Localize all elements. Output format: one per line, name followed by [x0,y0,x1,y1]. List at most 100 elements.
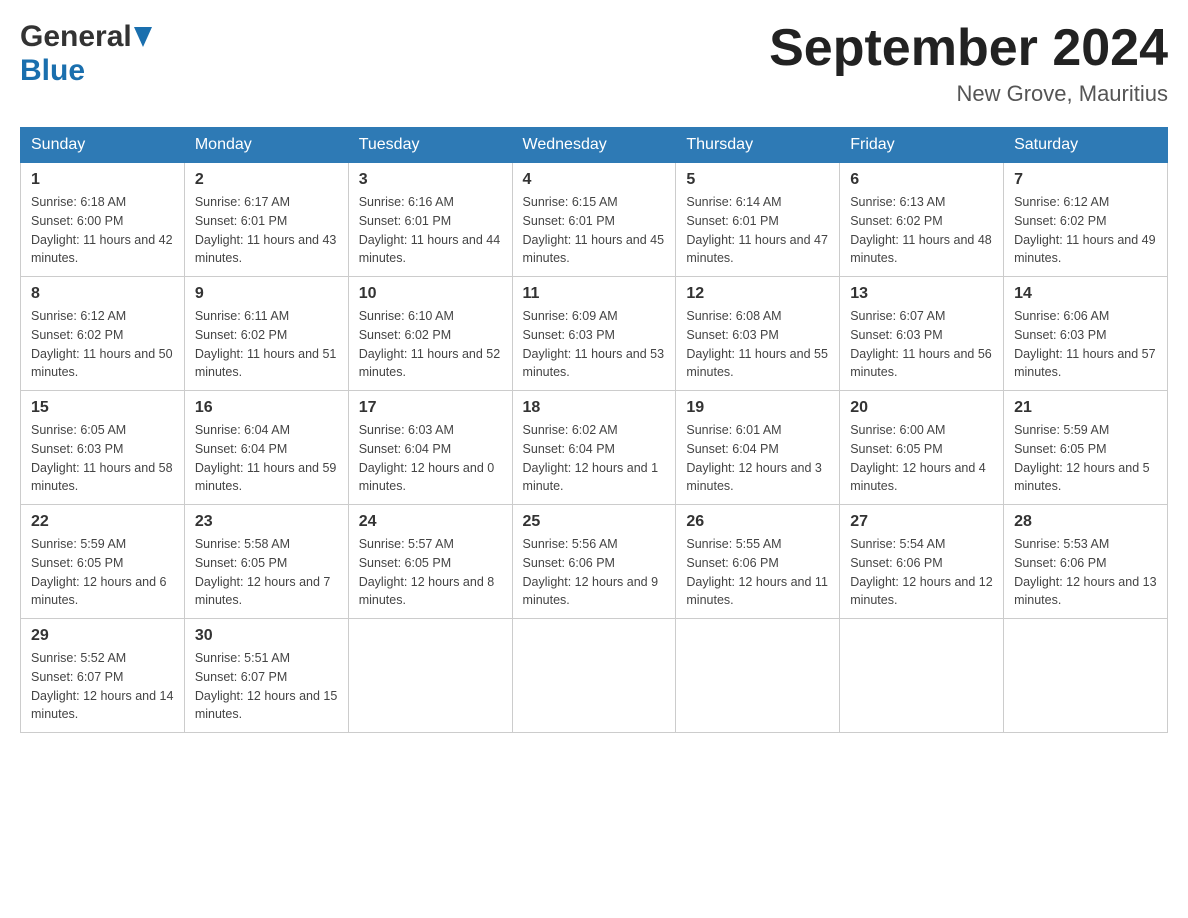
calendar-day-cell: 13 Sunrise: 6:07 AMSunset: 6:03 PMDaylig… [840,277,1004,391]
calendar-day-cell: 6 Sunrise: 6:13 AMSunset: 6:02 PMDayligh… [840,163,1004,277]
empty-cell [676,619,840,733]
weekday-header-row: SundayMondayTuesdayWednesdayThursdayFrid… [21,128,1168,163]
calendar-table: SundayMondayTuesdayWednesdayThursdayFrid… [20,127,1168,733]
calendar-day-cell: 12 Sunrise: 6:08 AMSunset: 6:03 PMDaylig… [676,277,840,391]
calendar-day-cell: 4 Sunrise: 6:15 AMSunset: 6:01 PMDayligh… [512,163,676,277]
calendar-week-row: 15 Sunrise: 6:05 AMSunset: 6:03 PMDaylig… [21,391,1168,505]
empty-cell [512,619,676,733]
header: General Blue September 2024 New Grove, M… [20,20,1168,107]
day-number: 15 [31,399,174,417]
weekday-header-sunday: Sunday [21,128,185,163]
day-number: 27 [850,513,993,531]
calendar-day-cell: 24 Sunrise: 5:57 AMSunset: 6:05 PMDaylig… [348,505,512,619]
day-info: Sunrise: 6:00 AMSunset: 6:05 PMDaylight:… [850,423,986,493]
day-info: Sunrise: 5:54 AMSunset: 6:06 PMDaylight:… [850,537,992,607]
logo: General Blue [20,20,152,88]
day-info: Sunrise: 6:02 AMSunset: 6:04 PMDaylight:… [523,423,659,493]
day-number: 20 [850,399,993,417]
day-info: Sunrise: 6:13 AMSunset: 6:02 PMDaylight:… [850,195,992,265]
calendar-day-cell: 5 Sunrise: 6:14 AMSunset: 6:01 PMDayligh… [676,163,840,277]
day-number: 18 [523,399,666,417]
day-number: 11 [523,285,666,303]
day-info: Sunrise: 5:51 AMSunset: 6:07 PMDaylight:… [195,651,337,721]
month-title: September 2024 [769,20,1168,77]
calendar-day-cell: 16 Sunrise: 6:04 AMSunset: 6:04 PMDaylig… [184,391,348,505]
day-number: 19 [686,399,829,417]
day-info: Sunrise: 6:09 AMSunset: 6:03 PMDaylight:… [523,309,665,379]
calendar-day-cell: 18 Sunrise: 6:02 AMSunset: 6:04 PMDaylig… [512,391,676,505]
calendar-day-cell: 2 Sunrise: 6:17 AMSunset: 6:01 PMDayligh… [184,163,348,277]
day-info: Sunrise: 5:58 AMSunset: 6:05 PMDaylight:… [195,537,331,607]
day-info: Sunrise: 6:05 AMSunset: 6:03 PMDaylight:… [31,423,173,493]
day-number: 13 [850,285,993,303]
calendar-day-cell: 28 Sunrise: 5:53 AMSunset: 6:06 PMDaylig… [1004,505,1168,619]
day-number: 30 [195,627,338,645]
day-number: 9 [195,285,338,303]
day-number: 24 [359,513,502,531]
calendar-day-cell: 9 Sunrise: 6:11 AMSunset: 6:02 PMDayligh… [184,277,348,391]
day-info: Sunrise: 6:18 AMSunset: 6:00 PMDaylight:… [31,195,173,265]
day-info: Sunrise: 6:07 AMSunset: 6:03 PMDaylight:… [850,309,992,379]
day-info: Sunrise: 6:14 AMSunset: 6:01 PMDaylight:… [686,195,828,265]
calendar-day-cell: 8 Sunrise: 6:12 AMSunset: 6:02 PMDayligh… [21,277,185,391]
day-number: 3 [359,171,502,189]
calendar-day-cell: 27 Sunrise: 5:54 AMSunset: 6:06 PMDaylig… [840,505,1004,619]
day-info: Sunrise: 6:11 AMSunset: 6:02 PMDaylight:… [195,309,337,379]
day-number: 26 [686,513,829,531]
day-number: 5 [686,171,829,189]
calendar-day-cell: 29 Sunrise: 5:52 AMSunset: 6:07 PMDaylig… [21,619,185,733]
calendar-week-row: 1 Sunrise: 6:18 AMSunset: 6:00 PMDayligh… [21,163,1168,277]
calendar-day-cell: 17 Sunrise: 6:03 AMSunset: 6:04 PMDaylig… [348,391,512,505]
calendar-day-cell: 25 Sunrise: 5:56 AMSunset: 6:06 PMDaylig… [512,505,676,619]
day-info: Sunrise: 6:12 AMSunset: 6:02 PMDaylight:… [31,309,173,379]
logo-blue-text: Blue [20,54,85,88]
logo-general-text: General [20,20,132,54]
calendar-day-cell: 15 Sunrise: 6:05 AMSunset: 6:03 PMDaylig… [21,391,185,505]
calendar-day-cell: 23 Sunrise: 5:58 AMSunset: 6:05 PMDaylig… [184,505,348,619]
day-info: Sunrise: 5:53 AMSunset: 6:06 PMDaylight:… [1014,537,1156,607]
day-number: 8 [31,285,174,303]
weekday-header-monday: Monday [184,128,348,163]
calendar-day-cell: 14 Sunrise: 6:06 AMSunset: 6:03 PMDaylig… [1004,277,1168,391]
day-info: Sunrise: 6:10 AMSunset: 6:02 PMDaylight:… [359,309,501,379]
empty-cell [348,619,512,733]
calendar-day-cell: 21 Sunrise: 5:59 AMSunset: 6:05 PMDaylig… [1004,391,1168,505]
day-number: 12 [686,285,829,303]
day-info: Sunrise: 6:08 AMSunset: 6:03 PMDaylight:… [686,309,828,379]
day-number: 4 [523,171,666,189]
day-number: 22 [31,513,174,531]
weekday-header-friday: Friday [840,128,1004,163]
calendar-day-cell: 3 Sunrise: 6:16 AMSunset: 6:01 PMDayligh… [348,163,512,277]
calendar-day-cell: 19 Sunrise: 6:01 AMSunset: 6:04 PMDaylig… [676,391,840,505]
day-number: 10 [359,285,502,303]
day-number: 2 [195,171,338,189]
day-info: Sunrise: 5:52 AMSunset: 6:07 PMDaylight:… [31,651,173,721]
day-number: 1 [31,171,174,189]
day-info: Sunrise: 5:55 AMSunset: 6:06 PMDaylight:… [686,537,828,607]
day-info: Sunrise: 6:06 AMSunset: 6:03 PMDaylight:… [1014,309,1156,379]
empty-cell [840,619,1004,733]
calendar-day-cell: 26 Sunrise: 5:55 AMSunset: 6:06 PMDaylig… [676,505,840,619]
day-number: 29 [31,627,174,645]
day-number: 28 [1014,513,1157,531]
weekday-header-tuesday: Tuesday [348,128,512,163]
calendar-week-row: 8 Sunrise: 6:12 AMSunset: 6:02 PMDayligh… [21,277,1168,391]
calendar-day-cell: 20 Sunrise: 6:00 AMSunset: 6:05 PMDaylig… [840,391,1004,505]
day-info: Sunrise: 6:16 AMSunset: 6:01 PMDaylight:… [359,195,501,265]
day-info: Sunrise: 5:59 AMSunset: 6:05 PMDaylight:… [31,537,167,607]
day-number: 7 [1014,171,1157,189]
day-info: Sunrise: 5:57 AMSunset: 6:05 PMDaylight:… [359,537,495,607]
day-number: 21 [1014,399,1157,417]
calendar-day-cell: 30 Sunrise: 5:51 AMSunset: 6:07 PMDaylig… [184,619,348,733]
day-info: Sunrise: 6:17 AMSunset: 6:01 PMDaylight:… [195,195,337,265]
day-number: 16 [195,399,338,417]
calendar-day-cell: 11 Sunrise: 6:09 AMSunset: 6:03 PMDaylig… [512,277,676,391]
day-number: 25 [523,513,666,531]
day-number: 6 [850,171,993,189]
day-info: Sunrise: 6:03 AMSunset: 6:04 PMDaylight:… [359,423,495,493]
calendar-week-row: 29 Sunrise: 5:52 AMSunset: 6:07 PMDaylig… [21,619,1168,733]
calendar-day-cell: 7 Sunrise: 6:12 AMSunset: 6:02 PMDayligh… [1004,163,1168,277]
day-info: Sunrise: 6:04 AMSunset: 6:04 PMDaylight:… [195,423,337,493]
day-number: 17 [359,399,502,417]
day-number: 14 [1014,285,1157,303]
